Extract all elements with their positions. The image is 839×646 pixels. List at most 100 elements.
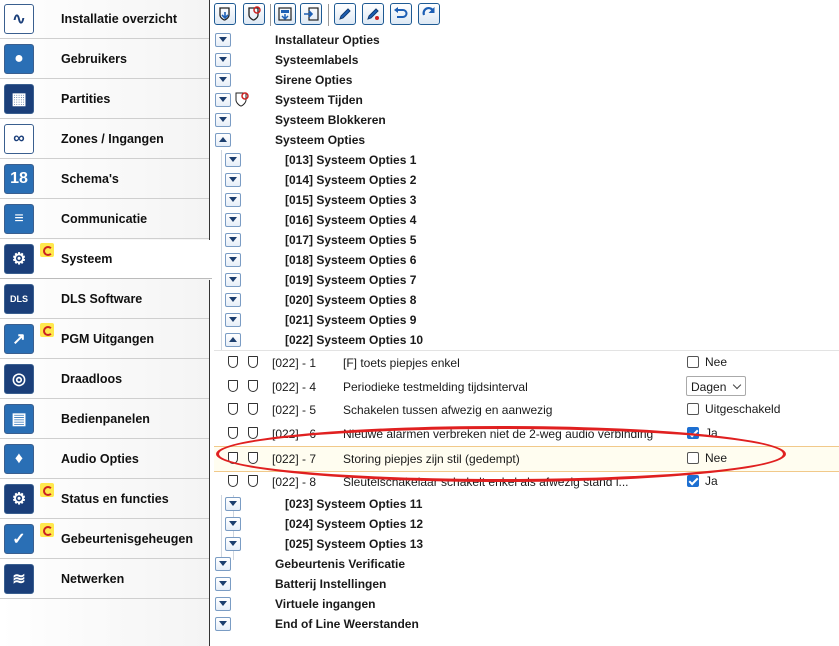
shield-refresh-icon[interactable] <box>243 3 265 25</box>
option-row[interactable]: [022] - 6 Nieuwe alarmen verbreken niet d… <box>214 422 839 446</box>
expand-icon[interactable] <box>215 577 231 591</box>
shield-refresh-icon <box>40 483 54 497</box>
sidebar-item-audio-opties[interactable]: ♦ Audio Opties <box>0 440 209 479</box>
shield-icon[interactable] <box>248 403 258 415</box>
expand-icon[interactable] <box>215 53 231 67</box>
sidebar-item-systeem[interactable]: ⚙ Systeem <box>0 240 212 279</box>
tree-section[interactable]: Systeem Tijden <box>210 90 839 110</box>
sidebar-item-partities[interactable]: ▦ Partities <box>0 80 209 119</box>
collapse-icon[interactable] <box>225 333 241 347</box>
sidebar-item-netwerken[interactable]: ≋ Netwerken <box>0 560 209 599</box>
interval-select[interactable]: Dagen <box>686 376 746 396</box>
tree-subsection[interactable]: [021] Systeem Opties 9 <box>210 310 839 330</box>
expand-icon[interactable] <box>215 93 231 107</box>
collapse-icon[interactable] <box>215 133 231 147</box>
shield-down-icon[interactable] <box>214 3 236 25</box>
option-checkbox[interactable] <box>687 452 699 464</box>
shield-icon[interactable] <box>248 356 258 368</box>
expand-icon[interactable] <box>225 173 241 187</box>
sidebar-item-gebruikers[interactable]: ● Gebruikers <box>0 40 209 79</box>
tree-subsection[interactable]: [013] Systeem Opties 1 <box>210 150 839 170</box>
expand-icon[interactable] <box>215 617 231 631</box>
tree-subsection[interactable]: [016] Systeem Opties 4 <box>210 210 839 230</box>
shield-icon[interactable] <box>248 452 258 464</box>
option-checkbox[interactable] <box>687 427 699 439</box>
expand-icon[interactable] <box>225 537 241 551</box>
shield-icon[interactable] <box>248 427 258 439</box>
tree-section[interactable]: Gebeurtenis Verificatie <box>210 554 839 574</box>
expand-icon[interactable] <box>215 33 231 47</box>
option-checkbox[interactable] <box>687 475 699 487</box>
tree-subsection[interactable]: [017] Systeem Opties 5 <box>210 230 839 250</box>
expand-icon[interactable] <box>225 193 241 207</box>
shield-icon[interactable] <box>228 356 238 368</box>
tree-subsection[interactable]: [023] Systeem Opties 11 <box>210 494 839 514</box>
sidebar-item-zones-ingangen[interactable]: ∞ Zones / Ingangen <box>0 120 209 159</box>
sidebar-item-draadloos[interactable]: ◎ Draadloos <box>0 360 209 399</box>
download-icon[interactable] <box>274 3 296 25</box>
expand-icon[interactable] <box>225 233 241 247</box>
sidebar-item-bedienpanelen[interactable]: ▤ Bedienpanelen <box>0 400 209 439</box>
sidebar-item-status-en-functies[interactable]: ⚙ Status en functies <box>0 480 209 519</box>
shield-icon[interactable] <box>228 427 238 439</box>
sidebar-item-pgm-uitgangen[interactable]: ↗ PGM Uitgangen <box>0 320 209 359</box>
shield-icon[interactable] <box>228 452 238 464</box>
tree-label: [017] Systeem Opties 5 <box>285 233 417 247</box>
pen-icon[interactable] <box>334 3 356 25</box>
expand-icon[interactable] <box>225 253 241 267</box>
pen-edit-icon[interactable] <box>362 3 384 25</box>
tree-section[interactable]: Virtuele ingangen <box>210 594 839 614</box>
option-checkbox[interactable] <box>687 403 699 415</box>
expand-icon[interactable] <box>225 313 241 327</box>
tree-section[interactable]: Systeem Blokkeren <box>210 110 839 130</box>
shield-icon[interactable] <box>248 475 258 487</box>
sidebar-item-communicatie[interactable]: ≡ Communicatie <box>0 200 209 239</box>
tree-subsection[interactable]: [019] Systeem Opties 7 <box>210 270 839 290</box>
expand-icon[interactable] <box>215 73 231 87</box>
option-row[interactable]: [022] - 4 Periodieke testmelding tijdsint… <box>214 375 839 399</box>
users-icon: ● <box>4 44 34 74</box>
expand-icon[interactable] <box>215 113 231 127</box>
expand-icon[interactable] <box>225 213 241 227</box>
sidebar-item-dls-software[interactable]: DLS DLS Software <box>0 280 209 319</box>
option-row[interactable]: [022] - 7 Storing piepjes zijn stil (gede… <box>214 446 839 472</box>
select-value: Dagen <box>691 380 727 394</box>
tree-subsection[interactable]: [014] Systeem Opties 2 <box>210 170 839 190</box>
tree-section[interactable]: End of Line Weerstanden <box>210 614 839 634</box>
shield-icon[interactable] <box>228 475 238 487</box>
tree-subsection[interactable]: [018] Systeem Opties 6 <box>210 250 839 270</box>
tree-subsection[interactable]: [022] Systeem Opties 10 <box>210 330 839 350</box>
expand-icon[interactable] <box>215 597 231 611</box>
refresh-icon[interactable] <box>418 3 440 25</box>
tree-subsection[interactable]: [020] Systeem Opties 8 <box>210 290 839 310</box>
shield-icon[interactable] <box>248 380 258 392</box>
expand-icon[interactable] <box>225 517 241 531</box>
tree-subsection[interactable]: [025] Systeem Opties 13 <box>210 534 839 554</box>
tree-section[interactable]: Systeemlabels <box>210 50 839 70</box>
expand-icon[interactable] <box>225 273 241 287</box>
tree-section[interactable]: Installateur Opties <box>210 30 839 50</box>
option-checkbox[interactable] <box>687 356 699 368</box>
shield-icon[interactable] <box>228 380 238 392</box>
expand-icon[interactable] <box>225 497 241 511</box>
tree-section[interactable]: Batterij Instellingen <box>210 574 839 594</box>
shield-icon[interactable] <box>228 403 238 415</box>
option-row[interactable]: [022] - 5 Schakelen tussen afwezig en aan… <box>214 398 839 422</box>
sidebar-item-gebeurtenisgeheugen[interactable]: ✓ Gebeurtenisgeheugen <box>0 520 209 559</box>
checkbox-value-label: Nee <box>705 355 728 369</box>
undo-icon[interactable] <box>390 3 412 25</box>
option-row[interactable]: [022] - 1 [F] toets piepjes enkel Nee <box>214 351 839 375</box>
tree-section[interactable]: Sirene Opties <box>210 70 839 90</box>
sidebar-item-schema-s[interactable]: 18 Schema's <box>0 160 209 199</box>
tree-label: [022] Systeem Opties 10 <box>285 333 424 347</box>
expand-icon[interactable] <box>225 293 241 307</box>
expand-icon[interactable] <box>225 153 241 167</box>
tree-section[interactable]: Systeem Opties <box>210 130 839 150</box>
upload-icon[interactable] <box>300 3 322 25</box>
tree-subsection[interactable]: [015] Systeem Opties 3 <box>210 190 839 210</box>
wifi-icon: ≋ <box>4 564 34 594</box>
expand-icon[interactable] <box>215 557 231 571</box>
sidebar-item-installatie-overzicht[interactable]: ∿ Installatie overzicht <box>0 0 209 39</box>
tree-subsection[interactable]: [024] Systeem Opties 12 <box>210 514 839 534</box>
option-row[interactable]: [022] - 8 Sleutelschakelaar schakelt enke… <box>214 470 839 494</box>
